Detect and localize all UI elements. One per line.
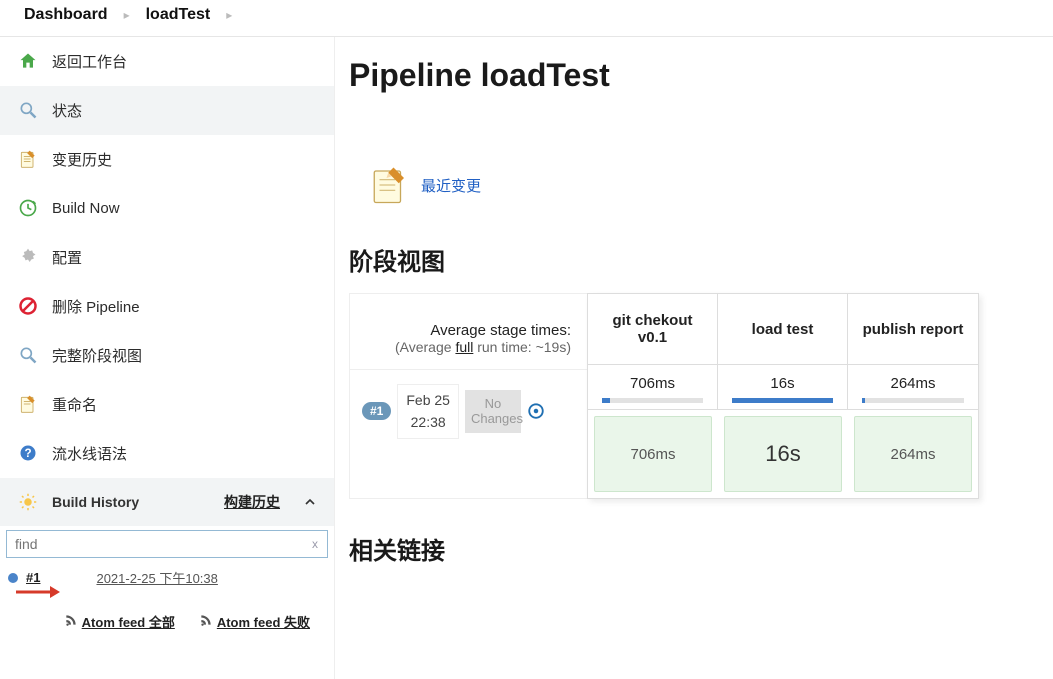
- stage-view-table: Average stage times: (Average full run t…: [349, 293, 1053, 499]
- help-icon: ?: [16, 441, 40, 465]
- stage-table: git chekout v0.1 load test publish repor…: [587, 293, 979, 499]
- notepad-icon: [369, 164, 411, 206]
- build-date[interactable]: 2021-2-25 下午10:38: [96, 568, 217, 587]
- stage-run-cell[interactable]: 16s: [724, 416, 842, 492]
- stage-row-labels: Average stage times: (Average full run t…: [349, 293, 587, 499]
- atom-feed-all-link[interactable]: Atom feed 全部: [64, 612, 175, 631]
- clear-icon[interactable]: x: [312, 537, 318, 551]
- atom-all-label: Atom feed 全部: [82, 612, 175, 631]
- stage-run-cell[interactable]: 264ms: [854, 416, 972, 492]
- sidebar-item-label: 重命名: [52, 394, 97, 415]
- sidebar-item-label: 完整阶段视图: [52, 345, 142, 366]
- status-dot-icon: [8, 573, 18, 583]
- notepad-icon: [16, 392, 40, 416]
- recent-changes: 最近变更: [369, 164, 481, 206]
- breadcrumb: Dashboard ▸ loadTest ▸: [0, 0, 1053, 37]
- page-title: Pipeline loadTest: [349, 57, 1053, 94]
- clock-icon: [16, 196, 40, 220]
- stage-avg-cell: 706ms: [588, 365, 718, 410]
- sidebar-item-label: 变更历史: [52, 149, 112, 170]
- chevron-up-icon[interactable]: [302, 494, 318, 510]
- stage-avg-cell: 16s: [718, 365, 848, 410]
- sun-icon: [16, 490, 40, 514]
- sidebar-item-label: Build Now: [52, 200, 120, 217]
- sidebar-item-back[interactable]: 返回工作台: [0, 37, 334, 86]
- sidebar: 返回工作台 状态 变更历史 Build Now 配置: [0, 37, 335, 679]
- stage-header: load test: [718, 294, 848, 365]
- stage-avg-cell: 264ms: [848, 365, 978, 410]
- sidebar-item-full-stage-view[interactable]: 完整阶段视图: [0, 331, 334, 380]
- no-changes-badge: No Changes: [465, 390, 521, 433]
- main-content: Pipeline loadTest 最近变更 阶段视图 Average stag…: [335, 37, 1053, 679]
- sidebar-item-pipeline-syntax[interactable]: ? 流水线语法: [0, 429, 334, 478]
- pointer-arrow-icon: [0, 585, 334, 602]
- stage-view-title: 阶段视图: [349, 242, 1053, 277]
- sidebar-item-status[interactable]: 状态: [0, 86, 334, 135]
- sidebar-item-delete[interactable]: 删除 Pipeline: [0, 282, 334, 331]
- chevron-right-icon: ▸: [226, 8, 232, 22]
- stage-header: publish report: [848, 294, 978, 365]
- run-label[interactable]: #1 Feb 25 22:38 No Changes: [350, 370, 587, 453]
- run-date: Feb 25 22:38: [397, 384, 459, 439]
- search-input[interactable]: [6, 530, 328, 558]
- notepad-icon: [16, 147, 40, 171]
- sidebar-item-label: 配置: [52, 247, 82, 268]
- gear-icon: [16, 245, 40, 269]
- no-entry-icon: [16, 294, 40, 318]
- build-number-link[interactable]: #1: [26, 570, 40, 585]
- sidebar-item-label: 流水线语法: [52, 443, 127, 464]
- sidebar-item-label: 返回工作台: [52, 51, 127, 72]
- atom-failed-label: Atom feed 失败: [217, 612, 310, 631]
- avg-stage-label: Average stage times: (Average full run t…: [350, 294, 587, 370]
- atom-feed-failed-link[interactable]: Atom feed 失败: [199, 612, 310, 631]
- rss-icon: [199, 613, 213, 630]
- sidebar-item-configure[interactable]: 配置: [0, 233, 334, 282]
- magnifier-icon: [16, 98, 40, 122]
- sidebar-item-rename[interactable]: 重命名: [0, 380, 334, 429]
- stage-run-cell[interactable]: 706ms: [594, 416, 712, 492]
- atom-feed-row: Atom feed 全部 Atom feed 失败: [0, 602, 334, 641]
- sidebar-item-build-now[interactable]: Build Now: [0, 184, 334, 233]
- build-search: x: [0, 526, 334, 562]
- rss-icon: [64, 613, 78, 630]
- build-history-header: Build History 构建历史: [0, 478, 334, 526]
- svg-text:?: ?: [24, 447, 31, 460]
- breadcrumb-item-loadtest[interactable]: loadTest: [146, 6, 211, 24]
- build-history-link[interactable]: 构建历史: [224, 492, 280, 512]
- run-badge: #1: [362, 402, 391, 420]
- magnifier-icon: [16, 343, 40, 367]
- breadcrumb-item-dashboard[interactable]: Dashboard: [24, 6, 108, 24]
- related-links-title: 相关链接: [349, 531, 1053, 566]
- sidebar-item-label: 删除 Pipeline: [52, 296, 140, 317]
- sidebar-item-changes[interactable]: 变更历史: [0, 135, 334, 184]
- recent-changes-link[interactable]: 最近变更: [421, 175, 481, 196]
- home-icon: [16, 49, 40, 73]
- stage-header: git chekout v0.1: [588, 294, 718, 365]
- build-row[interactable]: #1 2021-2-25 下午10:38: [0, 562, 334, 587]
- target-icon[interactable]: [527, 402, 545, 420]
- chevron-right-icon: ▸: [124, 8, 130, 22]
- build-history-title: Build History: [52, 494, 139, 510]
- sidebar-item-label: 状态: [52, 100, 82, 121]
